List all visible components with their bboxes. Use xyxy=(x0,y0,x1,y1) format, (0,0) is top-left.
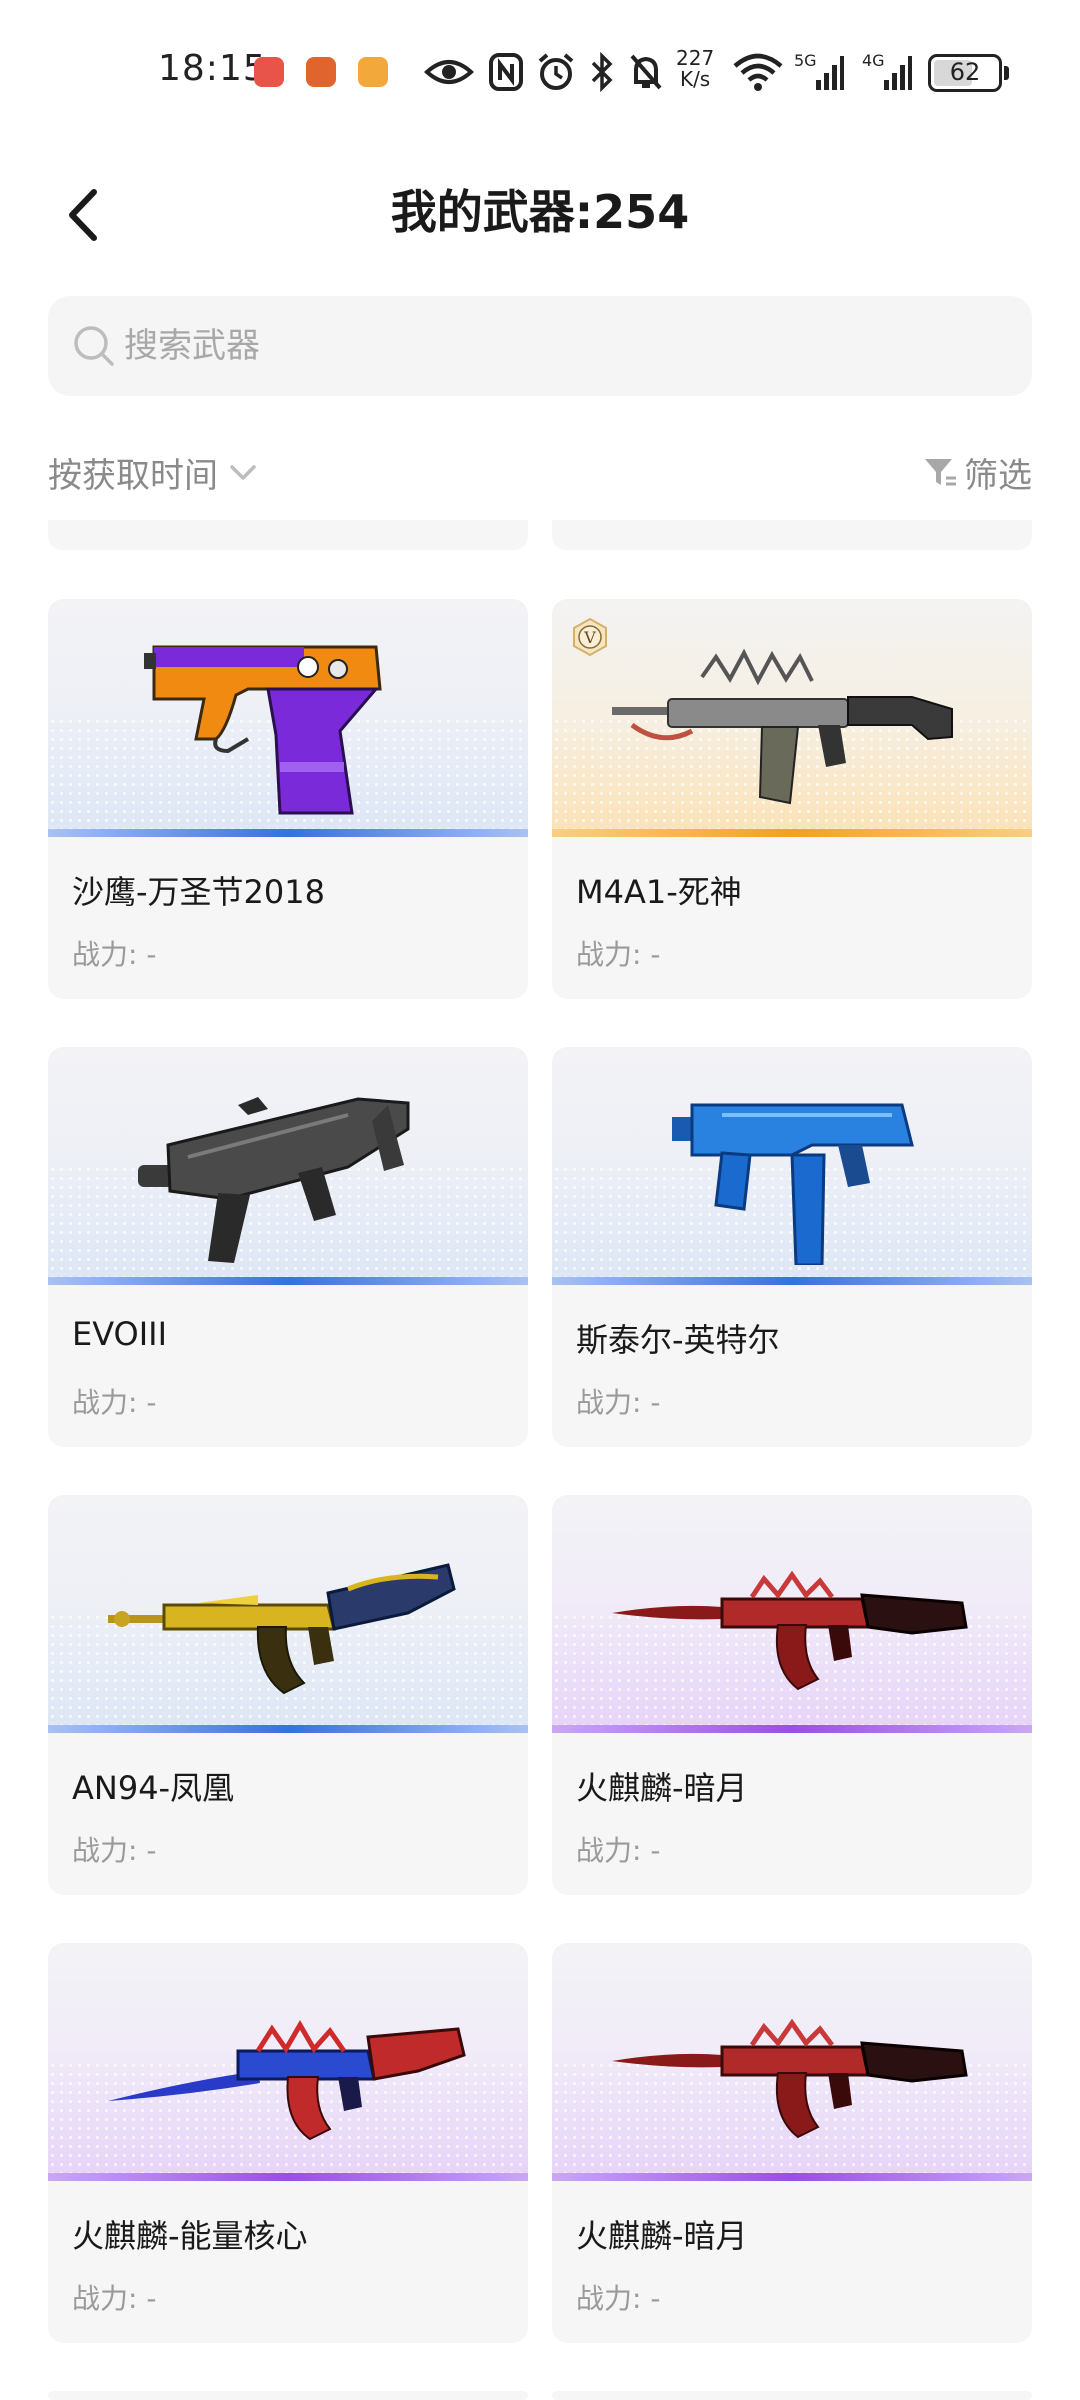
page-title: 我的武器:254 xyxy=(390,185,690,239)
weapon-card[interactable]: EVOIII 战力: - xyxy=(48,1047,528,1447)
weapon-card-partial[interactable] xyxy=(48,520,528,550)
signal-4g-icon: 4G xyxy=(862,52,912,90)
evo3-image xyxy=(138,1097,410,1263)
status-bar: 18:15 227 K/s 5G 4G 62 xyxy=(0,0,1080,140)
weapon-name: 火麒麟-能量核心 xyxy=(72,2217,308,2255)
weapon-card[interactable]: V M4A1-死神 战力: - xyxy=(552,599,1032,999)
eye-icon xyxy=(424,60,474,84)
weapon-card[interactable]: 沙鹰-万圣节2018 战力: - xyxy=(48,599,528,999)
rarity-stripe xyxy=(552,1277,1032,1285)
weapon-image xyxy=(552,1943,1032,2181)
weapon-power: 战力: - xyxy=(72,1834,157,1867)
weapon-card-partial[interactable] xyxy=(552,520,1032,550)
net-speed: 227 K/s xyxy=(676,46,715,91)
weapon-image xyxy=(552,1047,1032,1285)
wifi-icon xyxy=(733,53,783,91)
weapon-card[interactable]: AN94-凤凰 战力: - xyxy=(48,1495,528,1895)
weapon-name: EVOIII xyxy=(72,1315,168,1353)
bluetooth-icon xyxy=(591,52,613,92)
weapon-power: 战力: - xyxy=(72,2282,157,2315)
battery-percent: 62 xyxy=(949,58,981,86)
rarity-stripe xyxy=(552,829,1032,837)
weapon-card-partial[interactable] xyxy=(48,2391,528,2400)
app-icon-3 xyxy=(358,57,388,87)
app-icon-2 xyxy=(306,57,336,87)
search-bar[interactable] xyxy=(48,296,1032,396)
rarity-stripe xyxy=(48,2173,528,2181)
chevron-down-icon xyxy=(230,465,256,480)
search-input[interactable] xyxy=(124,318,984,374)
top-bar: 我的武器:254 xyxy=(0,160,1080,260)
weapon-power: 战力: - xyxy=(576,1834,661,1867)
fire-qilin-energy-core-image xyxy=(108,2020,466,2141)
weapon-power: 战力: - xyxy=(576,938,661,971)
weapon-image xyxy=(552,1495,1032,1733)
sort-dropdown[interactable]: 按获取时间 xyxy=(48,447,260,497)
weapon-card[interactable]: 火麒麟-暗月 战力: - xyxy=(552,1495,1032,1895)
weapon-card-partial[interactable] xyxy=(552,2391,1032,2400)
weapon-name: 斯泰尔-英特尔 xyxy=(576,1321,780,1359)
battery-tip xyxy=(1004,66,1009,80)
svg-text:5G: 5G xyxy=(794,52,817,70)
weapon-name: 火麒麟-暗月 xyxy=(576,1769,748,1807)
weapon-name: AN94-凤凰 xyxy=(72,1769,235,1807)
mute-icon xyxy=(630,54,662,90)
sort-label: 按获取时间 xyxy=(48,455,218,496)
weapon-power: 战力: - xyxy=(72,938,157,971)
weapon-name: 火麒麟-暗月 xyxy=(576,2217,748,2255)
steyr-intel-image xyxy=(672,1103,914,1265)
svg-text:V: V xyxy=(583,628,596,647)
filter-label: 筛选 xyxy=(964,455,1032,496)
an94-phoenix-image xyxy=(108,1563,456,1695)
weapon-card[interactable]: 斯泰尔-英特尔 战力: - xyxy=(552,1047,1032,1447)
weapon-card[interactable]: 火麒麟-能量核心 战力: - xyxy=(48,1943,528,2343)
weapon-name: M4A1-死神 xyxy=(576,873,742,911)
signal-5g-icon: 5G xyxy=(794,52,844,90)
weapon-grid[interactable]: 沙鹰-万圣节2018 战力: - V M4A1-死神 战力: - EVOIII … xyxy=(0,520,1080,2400)
weapon-image xyxy=(48,1495,528,1733)
fire-qilin-dark-moon-image xyxy=(612,2018,968,2139)
weapon-power: 战力: - xyxy=(576,2282,661,2315)
status-time: 18:15 xyxy=(158,48,267,89)
app-icon-1 xyxy=(254,57,284,87)
rarity-stripe xyxy=(552,1725,1032,1733)
weapon-power: 战力: - xyxy=(576,1386,661,1419)
weapon-image xyxy=(48,1943,528,2181)
rarity-stripe xyxy=(48,829,528,837)
weapon-image xyxy=(48,1047,528,1285)
filter-icon xyxy=(925,459,956,486)
alarm-icon xyxy=(538,53,574,90)
desert-eagle-image xyxy=(144,645,382,815)
nfc-icon xyxy=(489,53,523,91)
weapon-card[interactable]: 火麒麟-暗月 战力: - xyxy=(552,1943,1032,2343)
rarity-stripe xyxy=(552,2173,1032,2181)
rarity-stripe xyxy=(48,1725,528,1733)
search-icon xyxy=(74,326,114,366)
battery-icon: 62 xyxy=(928,54,1009,92)
v-badge-icon: V xyxy=(573,617,607,657)
weapon-image: V xyxy=(552,599,1032,837)
weapon-power: 战力: - xyxy=(72,1386,157,1419)
rarity-stripe xyxy=(48,1277,528,1285)
filter-button[interactable]: 筛选 xyxy=(922,447,1032,497)
weapon-image xyxy=(48,599,528,837)
svg-text:4G: 4G xyxy=(862,52,885,70)
m4a1-image xyxy=(612,648,953,805)
weapon-name: 沙鹰-万圣节2018 xyxy=(72,873,325,911)
fire-qilin-dark-moon-image xyxy=(612,1570,968,1691)
